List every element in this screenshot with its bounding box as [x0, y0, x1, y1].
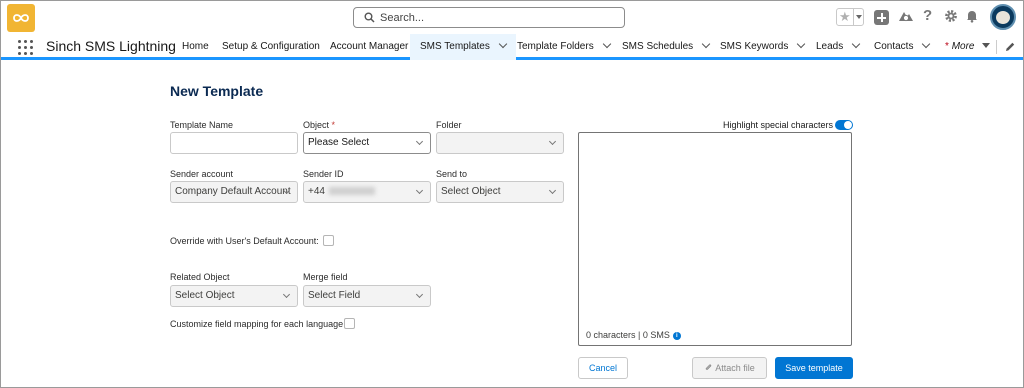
- sender-id-value: +44: [308, 186, 325, 197]
- nav-divider: [996, 40, 997, 54]
- required-asterisk: *: [331, 120, 336, 130]
- help-icon[interactable]: ?: [923, 7, 932, 24]
- template-name-input[interactable]: [170, 132, 298, 154]
- nav-item-sms-templates[interactable]: SMS Templates: [410, 34, 516, 60]
- folder-select[interactable]: [436, 132, 564, 154]
- object-select[interactable]: Please Select: [303, 132, 431, 154]
- global-header: Search... ★ ?: [1, 1, 1023, 34]
- user-avatar[interactable]: [990, 4, 1016, 30]
- chevron-down-icon: [415, 186, 424, 195]
- customize-field-mapping-label: Customize field mapping for each languag…: [170, 319, 344, 329]
- override-default-account-label: Override with User's Default Account:: [170, 236, 319, 246]
- nav-item-more[interactable]: * More: [945, 34, 991, 60]
- merge-field-value: Select Field: [308, 290, 361, 301]
- setup-gear-icon[interactable]: [944, 9, 958, 23]
- nav-item-label: Template Folders: [517, 41, 594, 52]
- nav-item-label: Contacts: [874, 41, 914, 52]
- sender-id-label: Sender ID: [303, 169, 344, 179]
- search-placeholder: Search...: [380, 12, 425, 24]
- trailhead-icon[interactable]: [898, 9, 914, 24]
- nav-item-sms-keywords[interactable]: SMS Keywords: [720, 34, 806, 60]
- nav-item-sms-schedules[interactable]: SMS Schedules: [622, 34, 711, 60]
- app-name: Sinch SMS Lightning: [46, 38, 176, 54]
- template-name-label: Template Name: [170, 120, 234, 130]
- nav-item-label: SMS Schedules: [622, 41, 694, 52]
- caret-down-icon: [982, 43, 991, 48]
- redacted-phone-number: [328, 187, 375, 196]
- chevron-down-icon: [415, 137, 424, 146]
- app-launcher-icon[interactable]: [18, 40, 34, 56]
- main-content: New Template Template Name Object * Plea…: [1, 63, 1023, 387]
- override-default-account-checkbox[interactable]: [323, 235, 334, 246]
- chevron-down-icon: [548, 186, 557, 195]
- nav-item-home[interactable]: Home: [182, 34, 209, 60]
- paperclip-icon: [705, 364, 712, 370]
- related-object-select[interactable]: Select Object: [170, 285, 298, 307]
- highlight-special-characters-label: Highlight special characters: [723, 120, 834, 130]
- folder-label: Folder: [436, 120, 462, 130]
- page-title: New Template: [170, 83, 264, 99]
- send-to-select[interactable]: Select Object: [436, 181, 564, 203]
- chevron-down-icon[interactable]: [797, 39, 806, 49]
- object-label-text: Object: [303, 120, 330, 130]
- attach-file-button[interactable]: Attach file: [692, 357, 767, 379]
- highlight-special-characters-toggle[interactable]: [835, 120, 853, 130]
- object-select-value: Please Select: [308, 137, 370, 148]
- global-search-input[interactable]: Search...: [353, 7, 625, 28]
- nav-item-label: SMS Keywords: [720, 41, 789, 52]
- app-frame: Search... ★ ? Sinch SMS Lightning Home S…: [0, 0, 1024, 388]
- chevron-down-icon[interactable]: [852, 39, 861, 49]
- notifications-bell-icon[interactable]: [965, 9, 979, 23]
- save-template-button[interactable]: Save template: [775, 357, 853, 379]
- cancel-button[interactable]: Cancel: [578, 357, 628, 379]
- chevron-down-icon[interactable]: [701, 39, 711, 49]
- sender-account-select[interactable]: Company Default Account: [170, 181, 298, 203]
- chevron-down-icon[interactable]: [498, 39, 508, 49]
- sender-account-label: Sender account: [170, 169, 234, 179]
- attach-file-label: Attach file: [715, 363, 755, 373]
- chevron-down-icon[interactable]: [602, 39, 611, 49]
- send-to-value: Select Object: [441, 186, 501, 197]
- nav-item-contacts[interactable]: Contacts: [874, 34, 931, 60]
- nav-item-label: Setup & Configuration: [222, 41, 320, 52]
- global-actions-plus-icon[interactable]: [874, 10, 889, 25]
- sinch-logo-icon[interactable]: [7, 4, 35, 32]
- sender-account-value: Company Default Account: [175, 186, 291, 197]
- send-to-label: Send to: [436, 169, 468, 179]
- chevron-down-icon: [415, 290, 424, 299]
- character-counter: 0 characters | 0 SMS i: [586, 330, 681, 340]
- related-object-label: Related Object: [170, 272, 230, 282]
- chevron-down-icon: [548, 137, 557, 146]
- nav-item-template-folders[interactable]: Template Folders: [517, 34, 611, 60]
- nav-item-setup-configuration[interactable]: Setup & Configuration: [222, 34, 320, 60]
- nav-item-label: SMS Templates: [420, 41, 490, 52]
- message-body-textarea[interactable]: 0 characters | 0 SMS i: [578, 132, 852, 346]
- favorites-star-icon[interactable]: ★: [836, 8, 864, 26]
- related-object-value: Select Object: [175, 290, 235, 301]
- edit-nav-pencil-icon[interactable]: [1004, 41, 1016, 53]
- favorites-dropdown-icon[interactable]: [853, 9, 863, 25]
- nav-item-leads[interactable]: Leads: [816, 34, 861, 60]
- nav-item-label: Home: [182, 41, 209, 52]
- merge-field-label: Merge field: [303, 272, 348, 282]
- merge-field-select[interactable]: Select Field: [303, 285, 431, 307]
- nav-item-label: Leads: [816, 41, 844, 52]
- character-counter-text: 0 characters | 0 SMS: [586, 330, 670, 340]
- app-nav-bar: Sinch SMS Lightning Home Setup & Configu…: [1, 34, 1023, 60]
- chevron-down-icon: [282, 290, 291, 299]
- sender-id-select[interactable]: +44: [303, 181, 431, 203]
- more-asterisk: *: [945, 41, 949, 52]
- chevron-down-icon[interactable]: [922, 39, 931, 49]
- nav-item-label: More: [951, 41, 975, 52]
- nav-item-label: Account Manager: [330, 41, 409, 52]
- nav-item-account-manager[interactable]: Account Manager: [330, 34, 408, 60]
- search-icon: [364, 12, 375, 23]
- object-label: Object *: [303, 120, 335, 130]
- info-icon[interactable]: i: [672, 331, 681, 340]
- customize-field-mapping-checkbox[interactable]: [344, 318, 355, 329]
